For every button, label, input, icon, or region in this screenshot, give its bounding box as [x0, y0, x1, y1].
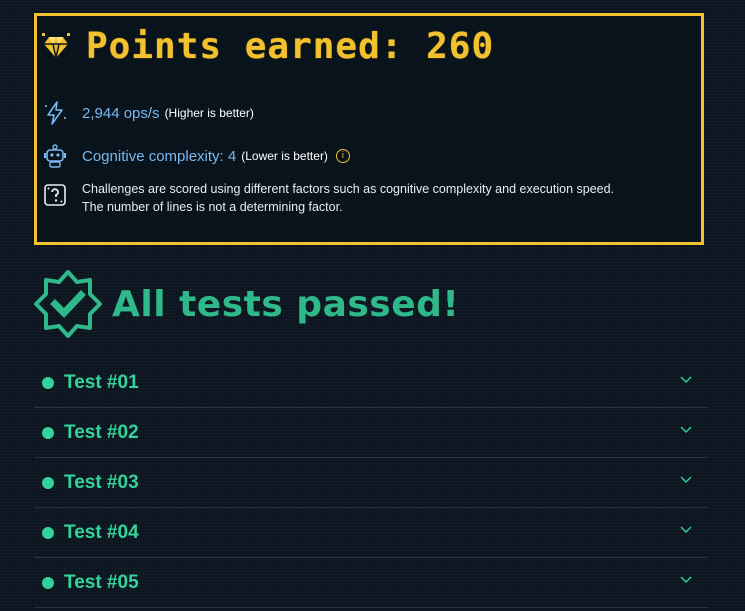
points-header: Points earned: 260 — [42, 26, 494, 67]
status-dot — [42, 426, 54, 439]
test-row[interactable]: Test #03 — [34, 458, 708, 508]
result-label: All tests passed! — [112, 283, 460, 325]
ops-value: 2,944 ops/s — [82, 104, 160, 122]
status-dot — [42, 526, 54, 539]
test-name: Test #01 — [64, 371, 139, 393]
check-badge-icon — [34, 270, 102, 338]
chevron-down-icon[interactable] — [680, 375, 692, 385]
chevron-down-icon[interactable] — [680, 575, 692, 585]
question-dice-icon — [44, 184, 66, 206]
scoring-note: Challenges are scored using different fa… — [42, 180, 622, 216]
complexity-value: Cognitive complexity: 4 — [82, 147, 237, 165]
diamond-icon — [42, 32, 70, 58]
complexity-hint: (Lower is better) — [241, 149, 328, 163]
test-row[interactable]: Test #04 — [34, 508, 708, 558]
chevron-down-icon[interactable] — [680, 475, 692, 485]
robot-icon — [42, 143, 68, 169]
status-dot — [42, 576, 54, 589]
chevron-down-icon[interactable] — [680, 525, 692, 535]
complexity-stat: Cognitive complexity: 4 (Lower is better… — [42, 143, 350, 169]
test-row[interactable]: Test #02 — [34, 408, 708, 458]
ops-hint: (Higher is better) — [164, 106, 254, 120]
status-dot — [42, 376, 54, 389]
points-title: Points earned: 260 — [86, 26, 495, 67]
performance-stat: 2,944 ops/s (Higher is better) — [42, 100, 254, 126]
lightning-icon — [42, 100, 68, 126]
chevron-down-icon[interactable] — [680, 425, 692, 435]
test-list: Test #01 Test #02 Test #03 Test #04 Test… — [34, 358, 708, 608]
scoring-note-text: Challenges are scored using different fa… — [82, 182, 615, 214]
test-name: Test #05 — [64, 571, 139, 593]
test-row[interactable]: Test #01 — [34, 358, 708, 408]
test-name: Test #04 — [64, 521, 139, 543]
test-row[interactable]: Test #05 — [34, 558, 708, 608]
test-name: Test #02 — [64, 421, 139, 443]
info-icon[interactable]: i — [335, 149, 350, 163]
test-name: Test #03 — [64, 471, 139, 493]
tests-result: All tests passed! — [34, 270, 459, 338]
status-dot — [42, 476, 54, 489]
